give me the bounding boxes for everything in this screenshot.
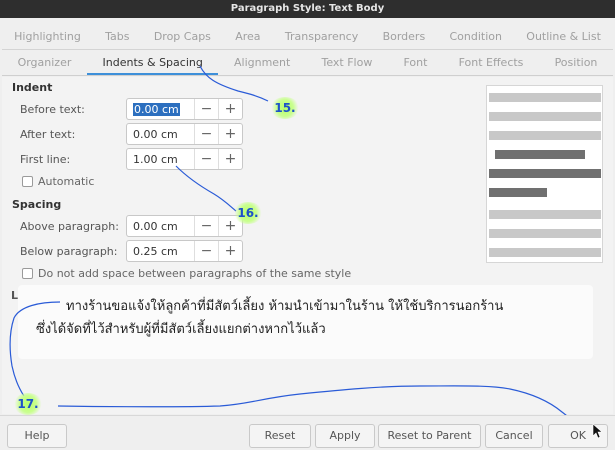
tab-text-flow[interactable]: Text Flow (306, 50, 388, 75)
preview-line (489, 93, 601, 102)
line-spacing-heading: L (11, 289, 19, 302)
tab-outline-list[interactable]: Outline & List (514, 24, 613, 49)
tab-borders[interactable]: Borders (370, 24, 437, 49)
preview-line (489, 169, 601, 178)
no-space-same-style-checkbox[interactable]: Do not add space between paragraphs of t… (22, 267, 351, 280)
below-paragraph-spinbox[interactable]: 0.25 cm − + (126, 240, 243, 262)
checkbox-icon[interactable] (22, 176, 33, 187)
notice-line-2: ซึ่งได้จัดที่ไว้สำหรับผู้ที่มีสัตว์เลี้ย… (36, 322, 326, 337)
first-line-label: First line: (20, 153, 71, 166)
preview-line (489, 188, 547, 197)
before-text-label: Before text: (20, 103, 85, 116)
annotation-15: 15. (270, 97, 300, 119)
dialog-footer: Help Reset Apply Reset to Parent Cancel … (0, 415, 615, 450)
tab-font[interactable]: Font (388, 50, 443, 75)
annotation-16: 16. (233, 202, 263, 224)
after-text-value[interactable]: 0.00 cm (127, 128, 194, 141)
notice-line-1: ทางร้านขอแจ้งให้ลูกค้าที่มีสัตว์เลี้ยง ห… (66, 299, 504, 314)
reset-to-parent-button[interactable]: Reset to Parent (378, 424, 481, 448)
tab-drop-caps[interactable]: Drop Caps (142, 24, 223, 49)
plus-icon[interactable]: + (218, 99, 242, 119)
first-line-spinbox[interactable]: 1.00 cm − + (126, 148, 243, 170)
spacing-heading: Spacing (12, 198, 62, 211)
notice-textbox: ทางร้านขอแจ้งให้ลูกค้าที่มีสัตว์เลี้ยง ห… (18, 285, 593, 359)
plus-icon[interactable]: + (218, 241, 242, 261)
tab-indents-spacing[interactable]: Indents & Spacing (86, 50, 219, 75)
indent-heading: Indent (12, 81, 53, 94)
tab-condition[interactable]: Condition (437, 24, 514, 49)
reset-button[interactable]: Reset (249, 424, 311, 448)
after-text-label: After text: (20, 128, 76, 141)
automatic-label: Automatic (38, 175, 95, 188)
above-paragraph-spinbox[interactable]: 0.00 cm − + (126, 215, 243, 237)
automatic-checkbox[interactable]: Automatic (22, 175, 94, 188)
ok-button[interactable]: OK (548, 424, 608, 448)
first-line-value[interactable]: 1.00 cm (127, 153, 194, 166)
tab-row-1: Highlighting Tabs Drop Caps Area Transpa… (2, 24, 613, 50)
annotation-17: 17. (13, 393, 43, 415)
minus-icon[interactable]: − (194, 241, 218, 261)
minus-icon[interactable]: − (194, 99, 218, 119)
preview-line (489, 229, 601, 238)
plus-icon[interactable]: + (218, 149, 242, 169)
preview-line (489, 248, 601, 257)
above-paragraph-value[interactable]: 0.00 cm (127, 220, 194, 233)
preview-line (489, 210, 601, 219)
tab-font-effects[interactable]: Font Effects (443, 50, 539, 75)
above-paragraph-label: Above paragraph: (20, 220, 119, 233)
plus-icon[interactable]: + (218, 124, 242, 144)
tab-tabs[interactable]: Tabs (93, 24, 142, 49)
minus-icon[interactable]: − (194, 124, 218, 144)
before-text-value[interactable]: 0.00 cm (127, 102, 194, 116)
below-paragraph-label: Below paragraph: (20, 245, 118, 258)
after-text-spinbox[interactable]: 0.00 cm − + (126, 123, 243, 145)
help-button[interactable]: Help (7, 424, 67, 448)
tab-highlighting[interactable]: Highlighting (2, 24, 93, 49)
preview-line (495, 150, 585, 159)
apply-button[interactable]: Apply (315, 424, 375, 448)
paragraph-preview (486, 85, 603, 263)
checkbox-icon[interactable] (22, 268, 33, 279)
tab-organizer[interactable]: Organizer (2, 50, 87, 75)
tab-position[interactable]: Position (539, 50, 613, 75)
minus-icon[interactable]: − (194, 149, 218, 169)
preview-line (489, 112, 601, 121)
tab-alignment[interactable]: Alignment (218, 50, 306, 75)
tab-transparency[interactable]: Transparency (273, 24, 371, 49)
preview-line (489, 131, 601, 140)
below-paragraph-value[interactable]: 0.25 cm (127, 245, 194, 258)
no-space-same-style-label: Do not add space between paragraphs of t… (38, 267, 352, 280)
window-title: Paragraph Style: Text Body (0, 0, 615, 18)
before-text-spinbox[interactable]: 0.00 cm − + (126, 98, 243, 120)
cancel-button[interactable]: Cancel (485, 424, 543, 448)
minus-icon[interactable]: − (194, 216, 218, 236)
tab-row-2: Organizer Indents & Spacing Alignment Te… (2, 50, 613, 76)
tab-area[interactable]: Area (223, 24, 273, 49)
